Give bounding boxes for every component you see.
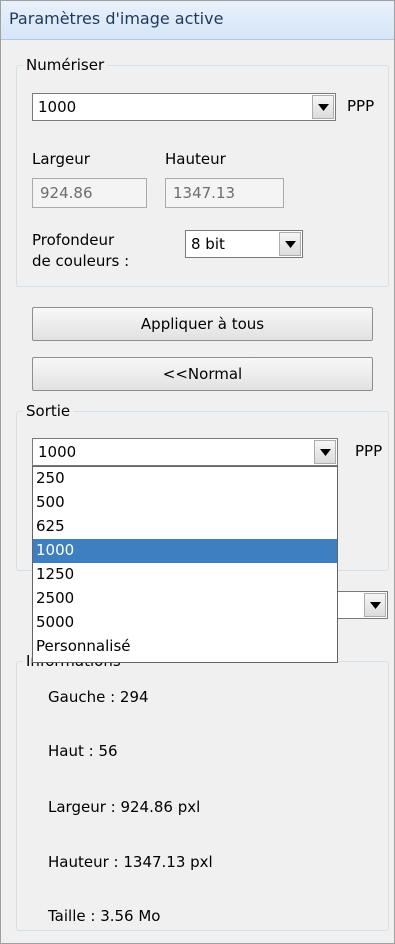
info-size: Taille : 3.56 Mo <box>48 907 161 925</box>
dropdown-option[interactable]: 1250 <box>33 563 337 587</box>
output-resolution-dropdown[interactable]: 250 500 625 1000 1250 2500 5000 Personna… <box>32 466 338 663</box>
output-resolution-select[interactable]: 1000 <box>32 438 338 466</box>
chevron-down-icon[interactable] <box>314 440 336 464</box>
dropdown-option[interactable]: 500 <box>33 491 337 515</box>
panel-title: Paramètres d'image active <box>9 9 224 28</box>
output-resolution-value: 1000 <box>38 443 77 461</box>
info-width: Largeur : 924.86 pxl <box>48 798 201 816</box>
chevron-down-icon[interactable] <box>364 593 386 617</box>
scan-height-value: 1347.13 <box>173 184 236 202</box>
info-top: Haut : 56 <box>48 742 118 760</box>
scan-width-field: 924.86 <box>32 178 147 208</box>
dropdown-option[interactable]: 625 <box>33 515 337 539</box>
chevron-down-icon[interactable] <box>312 95 334 119</box>
dropdown-option[interactable]: 250 <box>33 467 337 491</box>
dropdown-option-selected[interactable]: 1000 <box>33 539 337 563</box>
apply-to-all-button[interactable]: Appliquer à tous <box>32 307 373 341</box>
info-height: Hauteur : 1347.13 pxl <box>48 853 213 871</box>
scan-resolution-select[interactable]: 1000 <box>32 93 336 121</box>
normal-button[interactable]: <<Normal <box>32 357 373 391</box>
scan-width-label: Largeur <box>32 150 90 168</box>
active-image-settings-panel: Paramètres d'image active Numériser 1000… <box>0 0 395 944</box>
scan-height-field: 1347.13 <box>165 178 284 208</box>
output-resolution-unit: PPP <box>355 442 383 460</box>
info-left: Gauche : 294 <box>48 688 149 706</box>
scan-resolution-value: 1000 <box>38 98 77 116</box>
scan-height-label: Hauteur <box>165 150 226 168</box>
color-depth-value: 8 bit <box>191 235 225 253</box>
color-depth-label-line1: Profondeur <box>32 231 115 249</box>
dropdown-option[interactable]: Personnalisé <box>33 635 337 659</box>
panel-header: Paramètres d'image active <box>1 1 394 40</box>
chevron-down-icon[interactable] <box>279 232 301 256</box>
dropdown-option[interactable]: 5000 <box>33 611 337 635</box>
output-legend: Sortie <box>23 402 74 420</box>
scan-width-value: 924.86 <box>40 184 93 202</box>
color-depth-label-line2: de couleurs : <box>32 252 130 270</box>
color-depth-select[interactable]: 8 bit <box>185 230 303 258</box>
dropdown-option[interactable]: 2500 <box>33 587 337 611</box>
scan-resolution-unit: PPP <box>347 97 375 115</box>
scan-legend: Numériser <box>23 56 108 74</box>
